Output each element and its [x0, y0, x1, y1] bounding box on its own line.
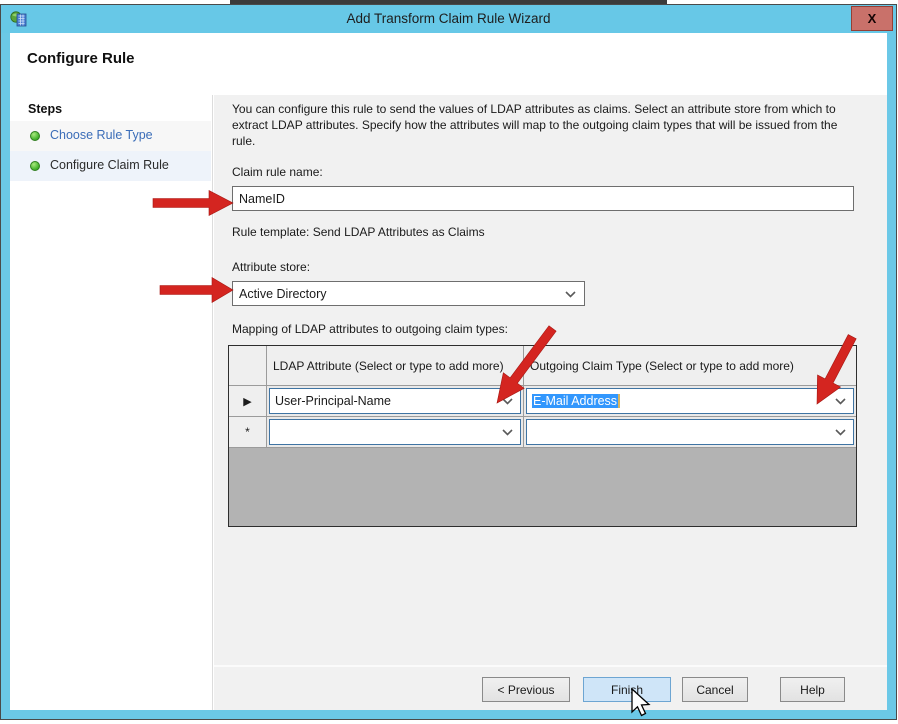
steps-heading: Steps [28, 102, 62, 116]
chevron-down-icon [835, 398, 846, 405]
sidebar-item-choose-rule-type[interactable]: Choose Rule Type [10, 121, 211, 151]
wizard-page-header: Configure Rule [10, 33, 887, 95]
chevron-down-icon [502, 398, 513, 405]
previous-button[interactable]: < Previous [482, 677, 570, 702]
attribute-store-dropdown[interactable]: Active Directory [232, 281, 585, 306]
close-button[interactable]: X [851, 6, 893, 31]
step-label: Choose Rule Type [50, 128, 153, 142]
grid-empty-area [229, 448, 856, 526]
window-title: Add Transform Claim Rule Wizard [1, 11, 896, 26]
chevron-down-icon [502, 429, 513, 436]
grid-corner-cell [229, 346, 267, 385]
attribute-store-value: Active Directory [239, 287, 327, 301]
wizard-content-pane: You can configure this rule to send the … [214, 95, 887, 710]
ldap-attribute-combobox-empty[interactable] [269, 419, 521, 445]
rule-description-text: You can configure this rule to send the … [232, 101, 860, 149]
outgoing-claim-type-cell: E-Mail Address [524, 386, 856, 416]
ldap-attribute-cell [267, 417, 524, 447]
screenshot-canvas: Add Transform Claim Rule Wizard X Config… [0, 0, 898, 724]
ldap-attribute-cell: User-Principal-Name [267, 386, 524, 416]
table-row-new: * [229, 417, 856, 448]
button-bar-separator [214, 665, 887, 667]
dialog-body: Configure Rule Steps Choose Rule Type Co… [10, 33, 887, 710]
cancel-button[interactable]: Cancel [682, 677, 748, 702]
current-row-indicator-icon: ▶ [243, 395, 251, 408]
chevron-down-icon [835, 429, 846, 436]
outgoing-claim-type-combobox-empty[interactable] [526, 419, 854, 445]
sidebar-item-configure-claim-rule[interactable]: Configure Claim Rule [10, 151, 211, 181]
attribute-store-label: Attribute store: [232, 260, 310, 274]
chevron-down-icon [565, 291, 576, 298]
page-title: Configure Rule [27, 50, 135, 67]
steps-sidebar: Steps Choose Rule Type Configure Claim R… [10, 95, 213, 710]
titlebar: Add Transform Claim Rule Wizard X [1, 5, 896, 33]
ldap-attribute-combobox[interactable]: User-Principal-Name [269, 388, 521, 414]
outgoing-claim-type-value-selected: E-Mail Address [532, 394, 618, 408]
step-complete-bullet-icon [30, 131, 40, 141]
claim-rule-name-label: Claim rule name: [232, 165, 323, 179]
text-cursor [618, 394, 620, 408]
step-label: Configure Claim Rule [50, 158, 169, 172]
wizard-dialog: Add Transform Claim Rule Wizard X Config… [0, 4, 897, 720]
mapping-label: Mapping of LDAP attributes to outgoing c… [232, 322, 508, 336]
outgoing-claim-type-combobox[interactable]: E-Mail Address [526, 388, 854, 414]
claim-rule-name-input[interactable] [232, 186, 854, 211]
table-row: ▶ User-Principal-Name [229, 386, 856, 417]
outgoing-claim-type-cell [524, 417, 856, 447]
new-row-selector[interactable]: * [229, 417, 267, 447]
rule-template-text: Rule template: Send LDAP Attributes as C… [232, 225, 485, 239]
step-complete-bullet-icon [30, 161, 40, 171]
ldap-attribute-value: User-Principal-Name [275, 394, 391, 408]
grid-header-outgoing-claim-type: Outgoing Claim Type (Select or type to a… [524, 346, 856, 385]
grid-header-row: LDAP Attribute (Select or type to add mo… [229, 346, 856, 386]
help-button[interactable]: Help [780, 677, 845, 702]
grid-header-ldap-attribute: LDAP Attribute (Select or type to add mo… [267, 346, 524, 385]
current-row-selector[interactable]: ▶ [229, 386, 267, 416]
finish-button[interactable]: Finish [583, 677, 671, 702]
mapping-grid: LDAP Attribute (Select or type to add mo… [228, 345, 857, 527]
new-row-indicator-icon: * [245, 425, 250, 439]
